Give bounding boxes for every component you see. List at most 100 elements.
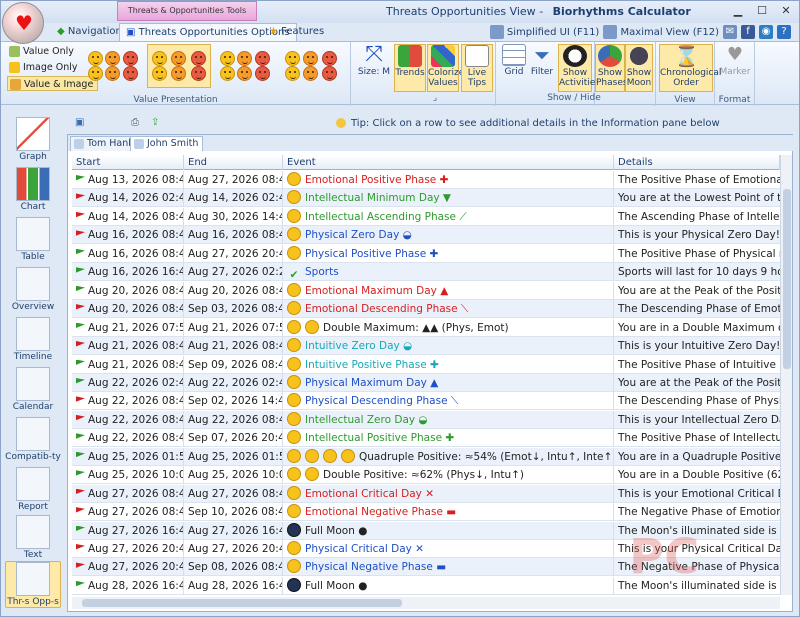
sidebar-label: Graph bbox=[19, 152, 47, 162]
smiley-icon bbox=[322, 66, 338, 81]
minimize-button[interactable]: ▁ bbox=[727, 3, 749, 19]
export-icon[interactable]: ⇪ bbox=[151, 117, 159, 128]
smiley-icon bbox=[237, 51, 253, 66]
event-label: Intuitive Zero Day ◒ bbox=[305, 340, 413, 353]
print-icon[interactable]: ⎙ bbox=[131, 117, 139, 128]
smiley-style-3[interactable] bbox=[217, 44, 273, 88]
palette-icon bbox=[431, 45, 455, 67]
colorize-values-button[interactable]: Colorize Values bbox=[427, 44, 464, 92]
table-row[interactable]: Aug 14, 2026 08:49 Aug 30, 2026 14:49 Inte… bbox=[72, 207, 780, 226]
filter-button[interactable]: ⏷ Filter bbox=[526, 44, 558, 77]
email-icon[interactable]: ✉ bbox=[723, 25, 737, 39]
sidebar-item-table[interactable]: Table bbox=[5, 217, 61, 262]
sidebar-item-calendar[interactable]: Calendar bbox=[5, 367, 61, 412]
maximize-button[interactable]: ☐ bbox=[751, 3, 773, 19]
options-icon: ▣ bbox=[126, 27, 136, 38]
smiley-style-4[interactable] bbox=[281, 44, 341, 88]
flag-icon bbox=[76, 377, 85, 384]
window-icon bbox=[603, 25, 618, 39]
smiley-icon bbox=[287, 448, 301, 463]
help-icon[interactable]: ? bbox=[777, 25, 791, 39]
moon-icon bbox=[287, 577, 301, 592]
report-icon bbox=[16, 467, 50, 501]
tab-navigation[interactable]: ◆ Navigation bbox=[51, 23, 128, 41]
table-row[interactable]: Aug 14, 2026 02:49 Aug 14, 2026 02:49 Inte… bbox=[72, 189, 780, 208]
sidebar-item-chart[interactable]: Chart bbox=[5, 167, 61, 212]
window-controls: ▁ ☐ ✕ bbox=[727, 3, 797, 19]
chronological-label: Chronological Order bbox=[660, 68, 722, 88]
value-icon bbox=[9, 46, 20, 57]
table-row[interactable]: Aug 21, 2026 07:52 Aug 21, 2026 07:52 Doub… bbox=[72, 318, 780, 337]
details-cell: You are at the Lowest Point of the bbox=[618, 192, 780, 205]
save-icon[interactable]: ▣ bbox=[75, 117, 84, 128]
table-row[interactable]: Aug 13, 2026 08:49 Aug 27, 2026 08:49 Emot… bbox=[72, 171, 780, 189]
start-value: Aug 20, 2026 08:49 bbox=[88, 303, 184, 316]
column-header-details[interactable]: Details bbox=[614, 155, 780, 170]
column-header-start[interactable]: Start bbox=[72, 155, 184, 170]
column-header-event[interactable]: Event bbox=[283, 155, 614, 170]
sidebar: Graph Chart Table Overview Timeline Cale… bbox=[1, 105, 65, 616]
smiley-style-2[interactable] bbox=[147, 44, 211, 88]
smiley-style-1[interactable] bbox=[85, 44, 141, 88]
context-tab-header[interactable]: Threats & Opportunities Tools bbox=[117, 1, 257, 21]
smiley-icon bbox=[254, 51, 270, 66]
simplified-ui-button[interactable]: Simplified UI (F11) bbox=[489, 25, 599, 39]
event-cell: Intellectual Ascending Phase ⟋ bbox=[283, 207, 614, 226]
table-row[interactable]: Aug 20, 2026 08:49 Aug 20, 2026 08:49 Emot… bbox=[72, 281, 780, 300]
details-cell: The Descending Phase of Emotion bbox=[618, 303, 780, 316]
close-button[interactable]: ✕ bbox=[775, 3, 797, 19]
app-menu-button[interactable]: ♥ bbox=[2, 2, 44, 44]
show-phases-button[interactable]: Show Phases bbox=[595, 44, 628, 92]
scroll-thumb[interactable] bbox=[783, 189, 791, 369]
table-row[interactable]: Aug 22, 2026 08:49 Sep 07, 2026 20:49 Inte… bbox=[72, 429, 780, 448]
sidebar-item-compatibility[interactable]: Compatib-ty bbox=[5, 417, 61, 462]
smiley-icon bbox=[287, 541, 301, 555]
table-row[interactable]: Aug 25, 2026 10:00 Aug 25, 2026 10:00 Doub… bbox=[72, 466, 780, 485]
globe-icon[interactable]: ◉ bbox=[759, 25, 773, 39]
image-only-option[interactable]: Image Only bbox=[7, 60, 82, 75]
facebook-icon[interactable]: f bbox=[741, 25, 755, 39]
smiley-icon bbox=[122, 51, 138, 66]
table-row[interactable]: Aug 21, 2026 08:49 Aug 21, 2026 08:49 Intu… bbox=[72, 337, 780, 356]
sidebar-item-threats-opportunities[interactable]: Thr-s Opp-s bbox=[5, 561, 61, 608]
value-presentation-group: Value Only Image Only Value & Image Valu… bbox=[1, 42, 351, 106]
table-row[interactable]: Aug 22, 2026 02:49 Aug 22, 2026 02:49 Phys… bbox=[72, 373, 780, 392]
sidebar-item-graph[interactable]: Graph bbox=[5, 117, 61, 162]
sidebar-item-overview[interactable]: Overview bbox=[5, 267, 61, 312]
table-row[interactable]: Aug 20, 2026 08:49 Sep 03, 2026 08:49 Emot… bbox=[72, 300, 780, 319]
table-row[interactable]: Aug 21, 2026 08:49 Sep 09, 2026 08:49 Intu… bbox=[72, 355, 780, 374]
table-row[interactable]: Aug 16, 2026 16:46 Aug 27, 2026 02:22 ✔ Spo… bbox=[72, 263, 780, 282]
sidebar-item-text[interactable]: Text bbox=[5, 515, 61, 560]
table-row[interactable]: Aug 16, 2026 08:49 Aug 16, 2026 08:49 Phys… bbox=[72, 226, 780, 245]
chronological-order-button[interactable]: ⌛ Chronological Order bbox=[659, 44, 721, 92]
heart-marker-icon: ♥ bbox=[726, 44, 744, 65]
table-row[interactable]: Aug 27, 2026 08:49 Aug 27, 2026 08:49 Emot… bbox=[72, 484, 780, 503]
table-row[interactable]: Aug 16, 2026 08:49 Aug 27, 2026 20:49 Phys… bbox=[72, 244, 780, 263]
size-button[interactable]: ⤧ Size: M bbox=[357, 44, 391, 78]
table-row[interactable]: Aug 27, 2026 08:49 Sep 10, 2026 08:49 Emot… bbox=[72, 503, 780, 522]
table-row[interactable]: Aug 22, 2026 08:49 Aug 22, 2026 08:49 Inte… bbox=[72, 410, 780, 429]
end-cell: Sep 03, 2026 08:49 bbox=[184, 300, 283, 319]
table-row[interactable]: Aug 25, 2026 01:57 Aug 25, 2026 01:57 Quad… bbox=[72, 447, 780, 466]
sidebar-label: Chart bbox=[20, 202, 46, 212]
vertical-scrollbar[interactable] bbox=[780, 155, 792, 595]
tab-features[interactable]: ★ Features bbox=[263, 23, 330, 41]
maximal-view-button[interactable]: Maximal View (F12) bbox=[603, 25, 719, 39]
table-row[interactable]: Aug 22, 2026 08:49 Sep 02, 2026 14:49 Phys… bbox=[72, 392, 780, 411]
corner-icon[interactable]: ⌟ bbox=[379, 93, 491, 103]
sidebar-item-timeline[interactable]: Timeline bbox=[5, 317, 61, 362]
scroll-thumb[interactable] bbox=[82, 599, 402, 607]
smiley-icon bbox=[287, 374, 301, 389]
live-tips-button[interactable]: Live Tips bbox=[461, 44, 493, 92]
show-moon-button[interactable]: Show Moon bbox=[625, 44, 653, 92]
value-only-option[interactable]: Value Only bbox=[7, 44, 78, 59]
sidebar-label: Table bbox=[21, 252, 45, 262]
doc-tab-john-smith[interactable]: John Smith bbox=[130, 136, 204, 151]
trends-button[interactable]: Trends bbox=[394, 44, 426, 92]
column-header-end[interactable]: End bbox=[184, 155, 283, 170]
flag-icon bbox=[76, 470, 85, 476]
marker-button[interactable]: ♥ Marker bbox=[719, 44, 751, 77]
start-value: Aug 20, 2026 08:49 bbox=[88, 284, 184, 297]
show-activities-button[interactable]: Show Activities bbox=[558, 44, 600, 92]
sidebar-item-report[interactable]: Report bbox=[5, 467, 61, 512]
